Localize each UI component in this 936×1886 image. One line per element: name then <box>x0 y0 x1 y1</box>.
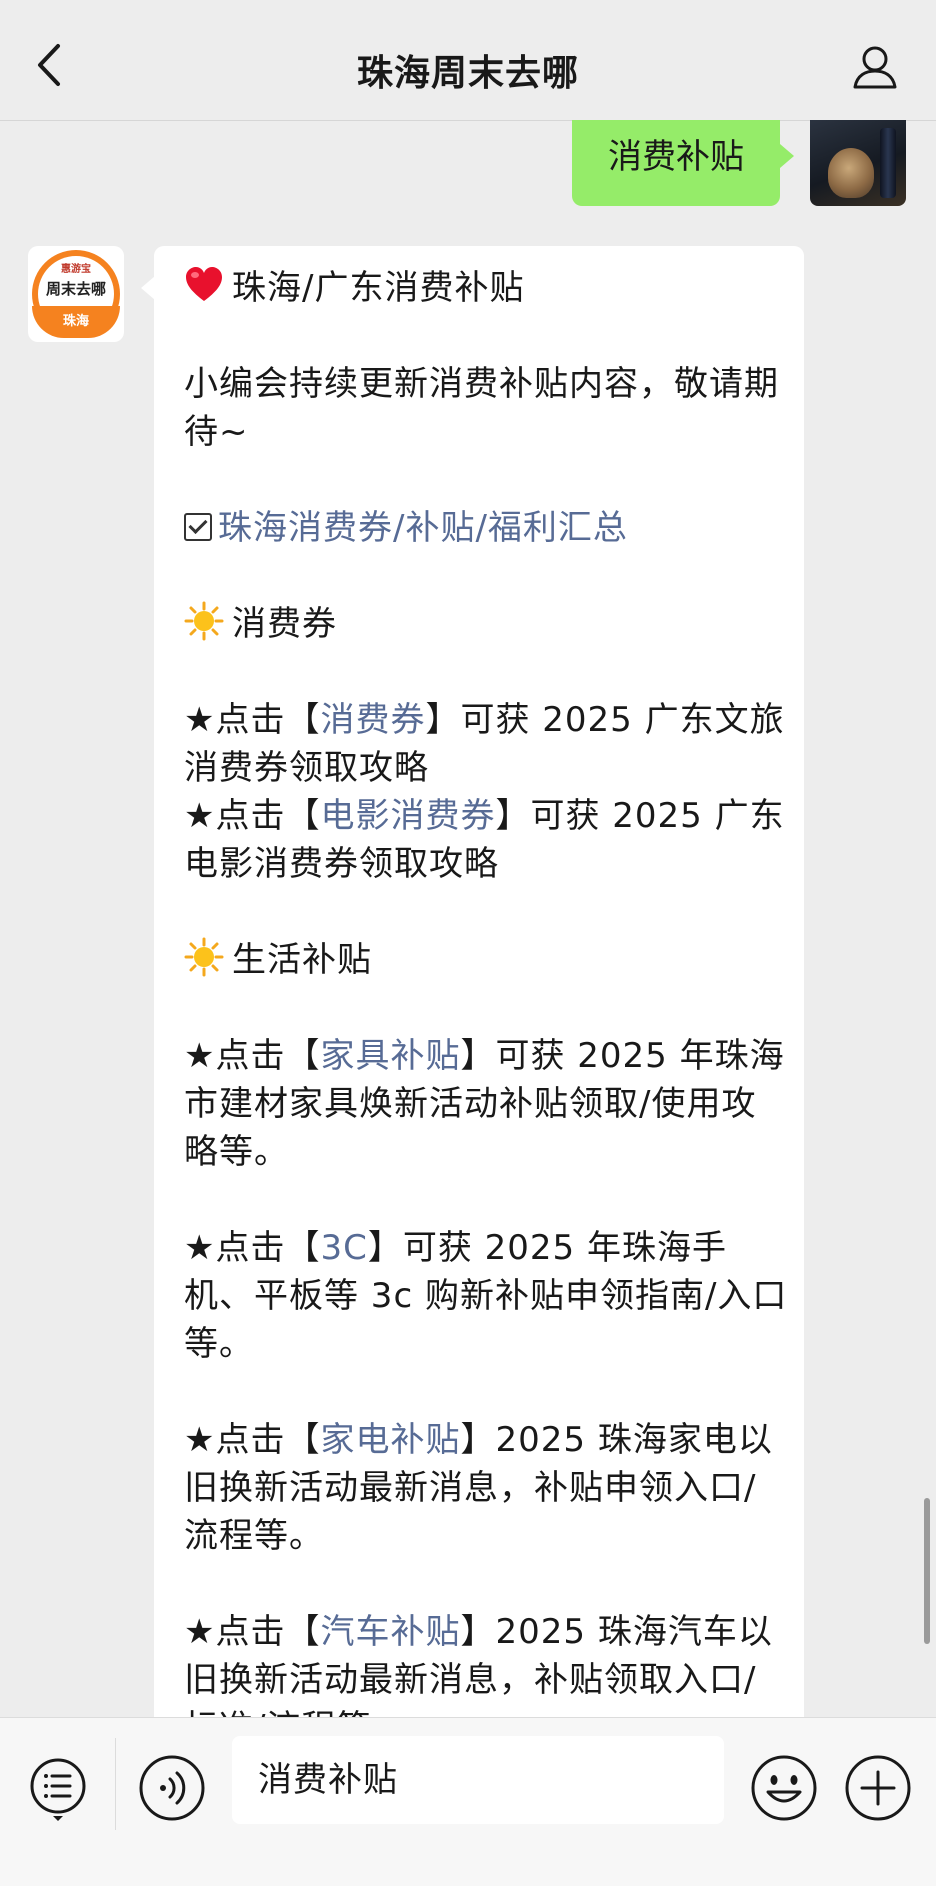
top-bar: 珠海周末去哪 <box>0 0 936 121</box>
list-menu-icon <box>30 1758 86 1821</box>
more-button[interactable] <box>844 1754 912 1822</box>
link-movie-vouchers[interactable]: 电影消费券 <box>320 796 495 836</box>
list-item: ★点击【家具补贴】可获 2025 年珠海市建材家具焕新活动补贴领取/使用攻略等。 <box>184 1036 785 1172</box>
section-subsidy-title: 生活补贴 <box>232 940 372 980</box>
avatar-middle-text: 周末去哪 <box>45 280 106 298</box>
list-item: ★点击【3C】可获 2025 年珠海手机、平板等 3c 购新补贴申领指南/入口等… <box>184 1228 788 1364</box>
message-input[interactable]: 消费补贴 <box>232 1736 724 1824</box>
account-avatar[interactable]: 惠游宝 周末去哪 珠海 <box>28 246 124 342</box>
sun-icon <box>184 601 224 641</box>
list-item: ★点击【消费券】可获 2025 广东文旅消费券领取攻略 <box>184 700 785 788</box>
message-title: 珠海/广东消费补贴 <box>232 268 525 308</box>
sun-icon <box>184 937 224 977</box>
heart-icon <box>186 267 222 301</box>
voice-icon <box>139 1755 205 1821</box>
link-car-subsidy[interactable]: 汽车补贴 <box>320 1612 460 1652</box>
section-vouchers-heading: 消费券 <box>184 600 789 648</box>
incoming-bubble: 珠海/广东消费补贴 小编会持续更新消费补贴内容，敬请期待~ 珠海消费券/补贴/福… <box>154 246 804 1786</box>
menu-button[interactable] <box>28 1756 88 1822</box>
smiley-icon <box>751 1755 817 1821</box>
person-icon <box>853 46 897 89</box>
avatar-top-text: 惠游宝 <box>61 264 91 275</box>
emoji-button[interactable] <box>750 1754 818 1822</box>
link-3c[interactable]: 3C <box>320 1228 367 1268</box>
avatar-bottom-text: 珠海 <box>62 314 89 329</box>
chat-title: 珠海周末去哪 <box>356 53 579 94</box>
input-bar: 消费补贴 <box>0 1717 936 1886</box>
link-vouchers[interactable]: 消费券 <box>320 700 425 740</box>
profile-button[interactable] <box>850 42 900 92</box>
message-body: 珠海/广东消费补贴 小编会持续更新消费补贴内容，敬请期待~ 珠海消费券/补贴/福… <box>184 264 789 1752</box>
plus-icon <box>845 1755 911 1821</box>
list-item: ★点击【家电补贴】2025 珠海家电以旧换新活动最新消息，补贴申领入口/流程等。 <box>184 1420 773 1556</box>
voice-button[interactable] <box>138 1754 206 1822</box>
link-appliance-subsidy[interactable]: 家电补贴 <box>320 1420 460 1460</box>
message-title-line: 珠海/广东消费补贴 <box>184 264 789 312</box>
section-subsidy-heading: 生活补贴 <box>184 936 789 984</box>
intro-text: 小编会持续更新消费补贴内容，敬请期待~ <box>184 364 779 452</box>
scrollbar[interactable] <box>924 1498 930 1644</box>
my-avatar[interactable] <box>810 120 906 206</box>
link-furniture-subsidy[interactable]: 家具补贴 <box>320 1036 460 1076</box>
list-item: ★点击【电影消费券】可获 2025 广东电影消费券领取攻略 <box>184 796 785 884</box>
summary-link[interactable]: 珠海消费券/补贴/福利汇总 <box>218 508 628 548</box>
summary-line: 珠海消费券/补贴/福利汇总 <box>184 504 789 552</box>
checkbox-icon <box>184 513 212 541</box>
outgoing-bubble[interactable]: 消费补贴 <box>572 120 794 206</box>
section-vouchers-title: 消费券 <box>232 604 337 644</box>
